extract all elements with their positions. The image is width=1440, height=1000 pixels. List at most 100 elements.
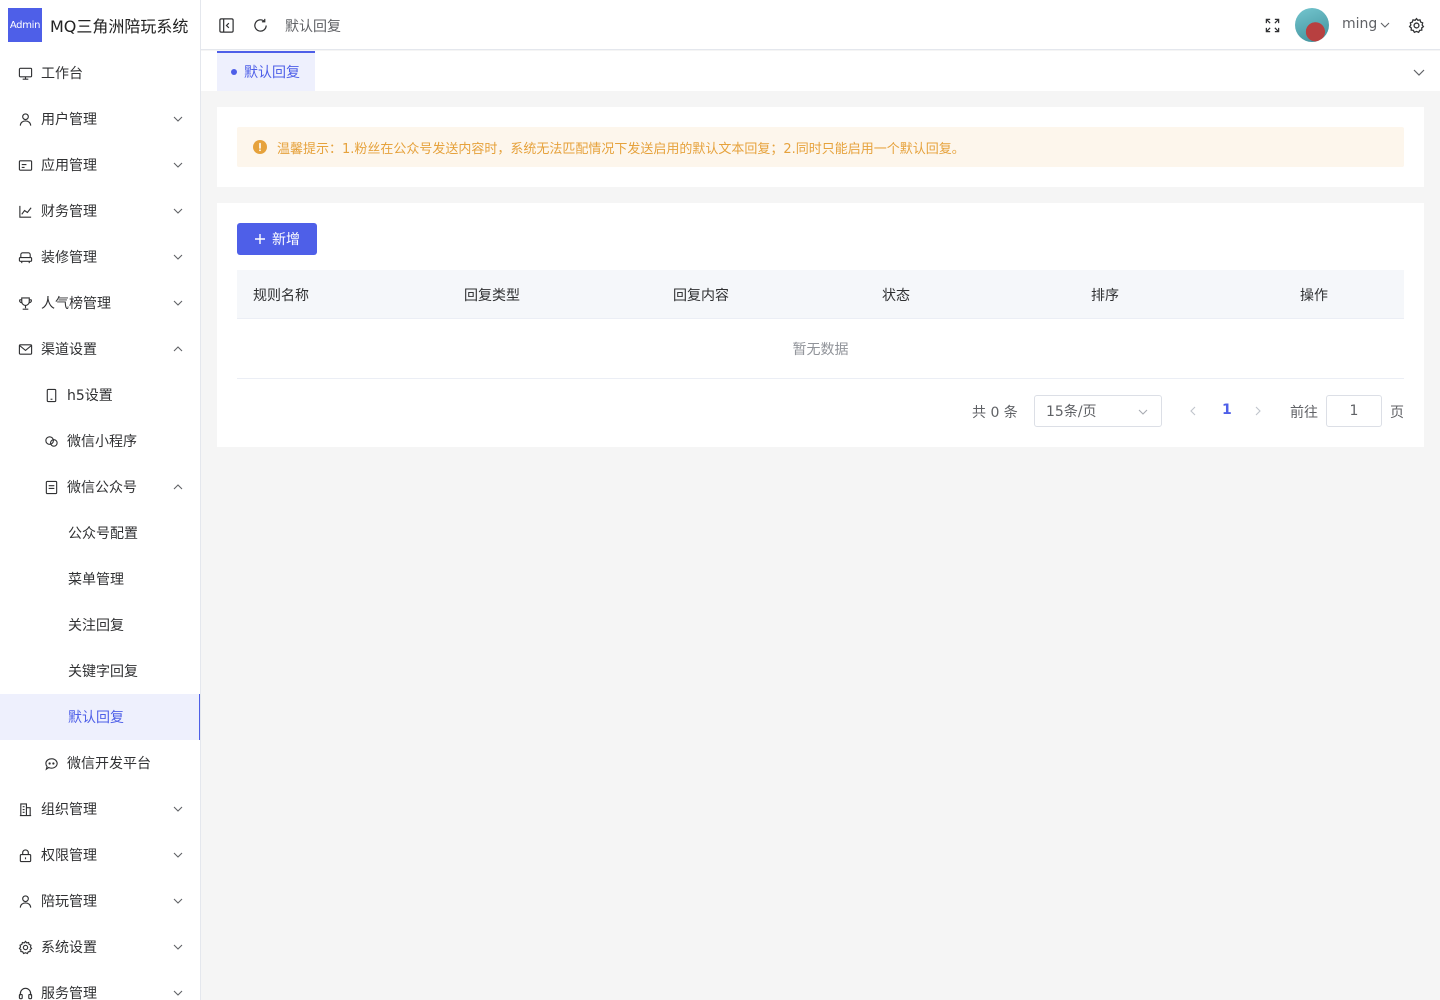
setting-icon[interactable] [1407, 16, 1425, 34]
chevron-down-icon [173, 852, 183, 858]
sidebar-item-label: 微信开发平台 [67, 756, 151, 772]
plus-icon [255, 234, 265, 244]
top-header: 默认回复 ming [201, 0, 1440, 50]
message-icon [17, 341, 33, 357]
add-button-label: 新增 [272, 232, 300, 248]
alert-text: 温馨提示：1.粉丝在公众号发送内容时，系统无法匹配情况下发送启用的默认文本回复；… [277, 141, 965, 157]
sidebar-item-h5[interactable]: h5设置 [0, 372, 200, 418]
column-header: 状态 [882, 288, 910, 304]
sidebar: Admin MQ三角洲陪玩系统 工作台 用户管理 应用管理 财务管理 装修管理 … [0, 0, 201, 1000]
prev-page-icon[interactable] [1187, 405, 1199, 417]
chevron-down-icon [1138, 409, 1148, 415]
sidebar-item-official-config[interactable]: 公众号配置 [0, 510, 200, 556]
page-size-select[interactable]: 15条/页 [1034, 395, 1162, 427]
sidebar-item-label: 权限管理 [41, 848, 97, 864]
sidebar-item-label: 组织管理 [41, 802, 97, 818]
reply-table: 规则名称 回复类型 回复内容 状态 排序 操作 暂无数据 [237, 270, 1404, 379]
column-header: 操作 [1300, 288, 1328, 304]
sidebar-item-label: 工作台 [41, 66, 83, 82]
chevron-up-icon [173, 346, 183, 352]
sidebar-item-label: 公众号配置 [68, 526, 138, 542]
trophy-icon [17, 295, 33, 311]
sofa-icon [17, 249, 33, 265]
sidebar-item-wechat-open-platform[interactable]: 微信开发平台 [0, 740, 200, 786]
sidebar-item-default-reply[interactable]: 默认回复 [0, 694, 200, 740]
sidebar-item-label: 应用管理 [41, 158, 97, 174]
logo-badge: Admin [8, 8, 42, 42]
sidebar-item-channel[interactable]: 渠道设置 [0, 326, 200, 372]
user-icon [17, 893, 33, 909]
page-size-value: 15条/页 [1046, 404, 1097, 420]
pagination: 共 0 条 15条/页 1 前往 页 [217, 395, 1424, 427]
sidebar-item-label: 关注回复 [68, 618, 124, 634]
table-card: 新增 规则名称 回复类型 回复内容 状态 排序 操作 暂无数据 共 0 条 15… [217, 203, 1424, 447]
chevron-down-icon [173, 208, 183, 214]
chevron-down-icon [173, 944, 183, 950]
sidebar-item-user-management[interactable]: 用户管理 [0, 96, 200, 142]
sidebar-item-label: 默认回复 [68, 710, 124, 726]
chevron-down-icon[interactable] [1412, 65, 1426, 79]
sidebar-item-app-management[interactable]: 应用管理 [0, 142, 200, 188]
goto-suffix: 页 [1390, 405, 1404, 421]
sidebar-item-companion[interactable]: 陪玩管理 [0, 878, 200, 924]
fullscreen-icon[interactable] [1263, 16, 1281, 34]
empty-state: 暂无数据 [237, 319, 1404, 379]
refresh-icon[interactable] [251, 16, 269, 34]
avatar[interactable] [1295, 8, 1329, 42]
chevron-down-icon [173, 990, 183, 996]
next-page-icon[interactable] [1252, 405, 1264, 417]
notice-card: 温馨提示：1.粉丝在公众号发送内容时，系统无法匹配情况下发送启用的默认文本回复；… [217, 107, 1424, 187]
chevron-down-icon [173, 116, 183, 122]
sidebar-item-wechat-official[interactable]: 微信公众号 [0, 464, 200, 510]
monitor-icon [17, 65, 33, 81]
chevron-down-icon [173, 254, 183, 260]
chevron-down-icon[interactable] [1379, 19, 1391, 31]
office-building-icon [17, 801, 33, 817]
user-icon [17, 111, 33, 127]
card-icon [17, 157, 33, 173]
goto-label: 前往 [1290, 405, 1318, 421]
tab-default-reply[interactable]: 默认回复 [217, 51, 315, 91]
add-button[interactable]: 新增 [237, 223, 317, 255]
sidebar-item-follow-reply[interactable]: 关注回复 [0, 602, 200, 648]
page-number[interactable]: 1 [1222, 402, 1232, 418]
sidebar-item-service[interactable]: 服务管理 [0, 970, 200, 1000]
sidebar-item-organization[interactable]: 组织管理 [0, 786, 200, 832]
sidebar-item-menu-management[interactable]: 菜单管理 [0, 556, 200, 602]
sidebar-item-label: 系统设置 [41, 940, 97, 956]
document-icon [43, 479, 59, 495]
chevron-down-icon [173, 806, 183, 812]
sidebar-item-popularity[interactable]: 人气榜管理 [0, 280, 200, 326]
column-header: 回复内容 [673, 288, 729, 304]
headset-icon [17, 985, 33, 1000]
sidebar-item-wechat-miniprogram[interactable]: 微信小程序 [0, 418, 200, 464]
column-header: 排序 [1091, 288, 1119, 304]
sidebar-item-system-settings[interactable]: 系统设置 [0, 924, 200, 970]
sidebar-item-label: 用户管理 [41, 112, 97, 128]
sidebar-item-finance[interactable]: 财务管理 [0, 188, 200, 234]
chevron-up-icon [173, 484, 183, 490]
setting-icon [17, 939, 33, 955]
sidebar-item-keyword-reply[interactable]: 关键字回复 [0, 648, 200, 694]
sidebar-item-label: 菜单管理 [68, 572, 124, 588]
sidebar-item-label: 关键字回复 [68, 664, 138, 680]
column-header: 回复类型 [464, 288, 520, 304]
collapse-sidebar-icon[interactable] [217, 16, 235, 34]
goto-page-input[interactable] [1326, 395, 1382, 427]
table-header: 规则名称 回复类型 回复内容 状态 排序 操作 [237, 270, 1404, 319]
sidebar-item-label: 微信公众号 [67, 480, 137, 496]
sidebar-item-workbench[interactable]: 工作台 [0, 50, 200, 96]
column-header: 规则名称 [253, 288, 309, 304]
lock-icon [17, 847, 33, 863]
sidebar-item-label: 微信小程序 [67, 434, 137, 450]
active-dot [231, 69, 237, 75]
warning-icon [253, 140, 267, 154]
chat-dot-icon [43, 755, 59, 771]
sidebar-item-permission[interactable]: 权限管理 [0, 832, 200, 878]
sidebar-item-decoration[interactable]: 装修管理 [0, 234, 200, 280]
app-title: MQ三角洲陪玩系统 [50, 17, 189, 36]
chevron-down-icon [173, 162, 183, 168]
username[interactable]: ming [1342, 16, 1377, 32]
sidebar-item-label: 装修管理 [41, 250, 97, 266]
chevron-down-icon [173, 300, 183, 306]
